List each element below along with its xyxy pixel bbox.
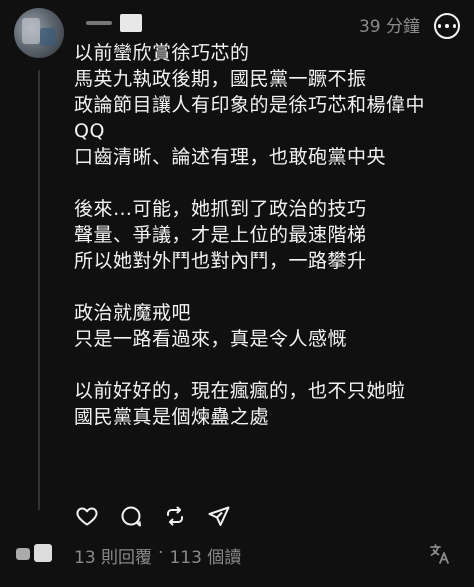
username-redacted[interactable]	[86, 12, 142, 34]
reply-button[interactable]	[118, 503, 144, 529]
post-line: 政治就魔戒吧	[74, 302, 192, 324]
post-line: 以前蠻欣賞徐巧芯的	[74, 42, 250, 64]
post-stats: 13 則回覆 · 113 個讀	[74, 543, 241, 568]
username-redaction	[86, 21, 112, 25]
repost-button[interactable]	[162, 503, 188, 529]
post-line: 政論節目讓人有印象的是徐巧芯和楊偉中	[74, 94, 426, 116]
more-icon-dot	[452, 24, 456, 28]
post-line: 馬英九執政後期，國民黨一蹶不振	[74, 68, 367, 90]
reply-avatars[interactable]	[16, 544, 56, 562]
more-icon-circle	[434, 13, 460, 39]
avatar-blot	[22, 18, 40, 44]
avatar-blot	[40, 28, 56, 46]
reply-avatar	[16, 548, 30, 560]
username-redaction	[120, 14, 142, 32]
post-body: 以前蠻欣賞徐巧芯的 馬英九執政後期，國民黨一蹶不振 政論節目讓人有印象的是徐巧芯…	[74, 40, 464, 430]
reply-count-link[interactable]: 13 則回覆	[74, 543, 152, 568]
thread-line	[38, 70, 40, 510]
post-line-blank	[74, 274, 464, 300]
reply-avatar	[34, 544, 52, 562]
more-icon-dot	[445, 24, 449, 28]
more-icon[interactable]	[434, 13, 460, 39]
view-count: 113 個讀	[169, 548, 242, 568]
post-line: 後來…可能，她抓到了政治的技巧	[74, 198, 367, 220]
post-line: 聲量、爭議，才是上位的最速階梯	[74, 224, 367, 246]
timestamp: 39 分鐘	[358, 17, 420, 37]
post-line: 國民黨真是個煉蠱之處	[74, 406, 270, 428]
post-actions	[74, 503, 232, 529]
translate-icon[interactable]	[428, 542, 452, 566]
post-line: 所以她對外鬥也對內鬥，一路攀升	[74, 250, 367, 272]
more-icon-dot	[438, 24, 442, 28]
heart-icon	[76, 507, 98, 526]
post-line-blank	[74, 170, 464, 196]
like-button[interactable]	[74, 503, 100, 529]
stats-separator: ·	[158, 543, 164, 563]
post-line: 以前好好的，現在瘋瘋的，也不只她啦	[74, 380, 406, 402]
avatar[interactable]	[14, 8, 64, 58]
post-line: 口齒清晰、論述有理，也敢砲黨中央	[74, 146, 387, 168]
repost-icon	[167, 506, 183, 526]
post-line: QQ	[74, 120, 105, 142]
comment-icon	[121, 506, 141, 527]
post-line: 只是一路看過來，真是令人感慨	[74, 328, 348, 350]
post-line-blank	[74, 352, 464, 378]
share-button[interactable]	[206, 503, 232, 529]
share-icon	[208, 506, 230, 526]
